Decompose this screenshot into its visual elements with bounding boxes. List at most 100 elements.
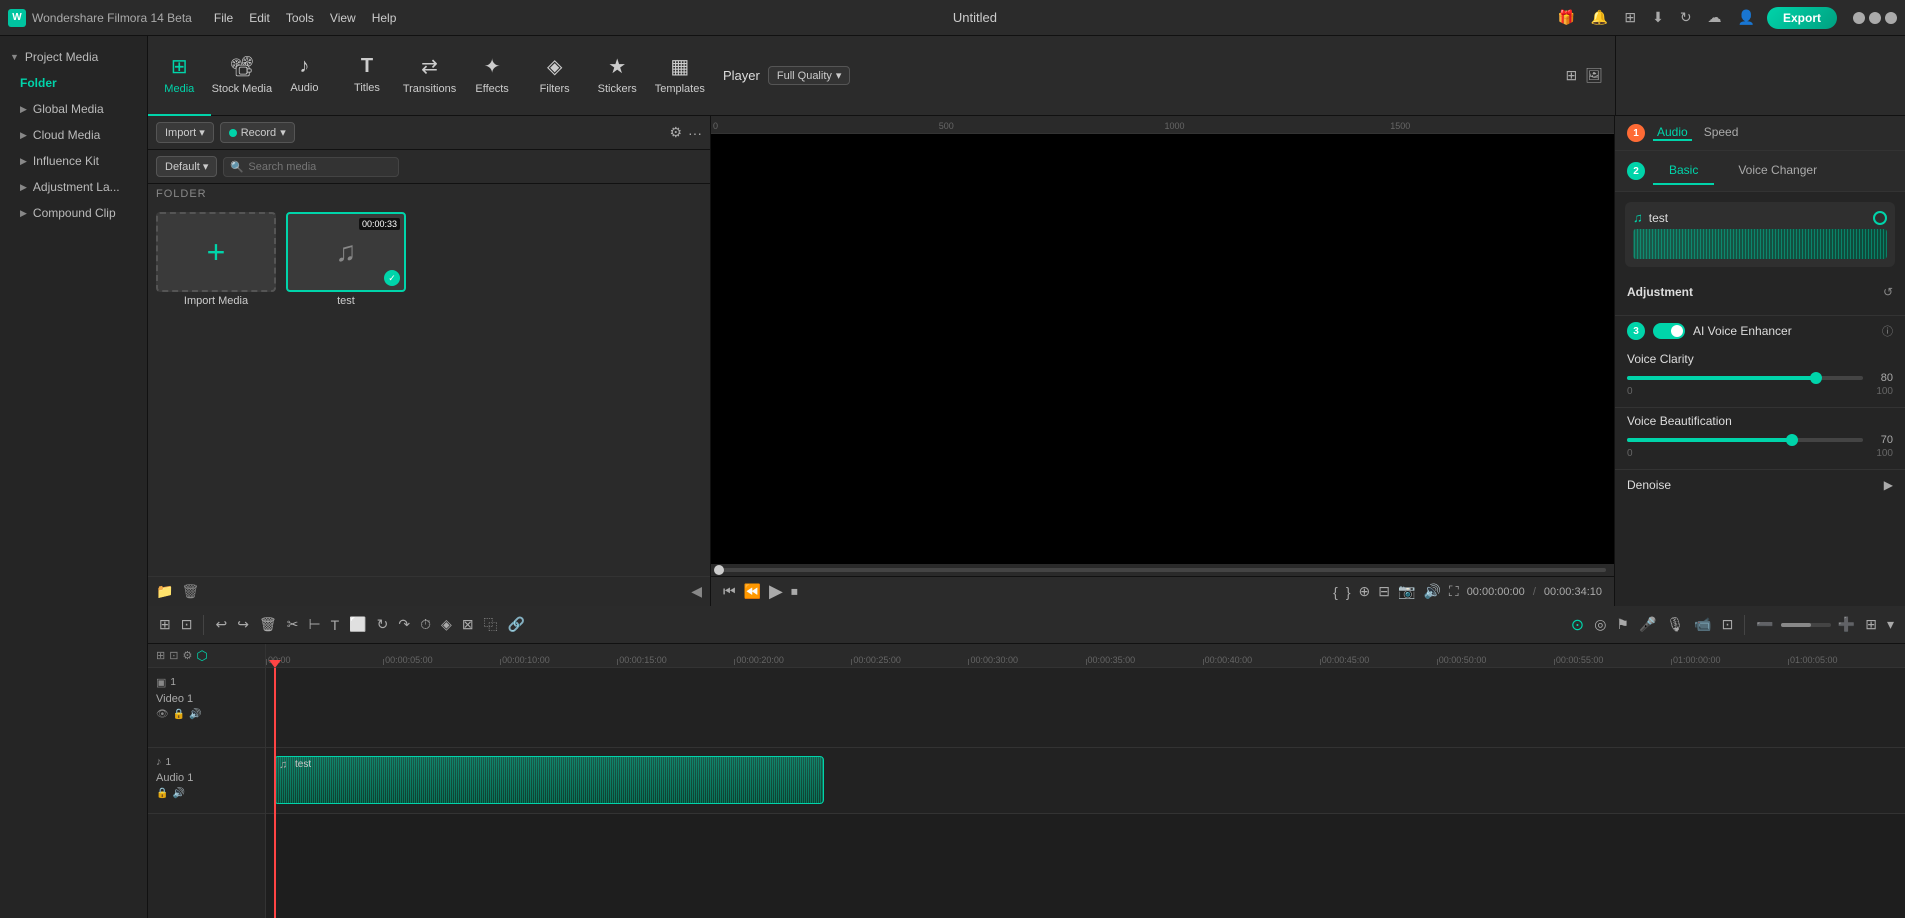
search-input[interactable]	[223, 157, 399, 177]
center-loop-icon[interactable]: ⊙	[1568, 613, 1587, 637]
grid-view-icon[interactable]: ⊞	[1565, 67, 1577, 84]
add-new-track-icon[interactable]: ⬡	[196, 648, 207, 664]
toolbar-transitions[interactable]: ⇄ Transitions	[398, 36, 461, 116]
list-item[interactable]: + Import Media	[156, 212, 276, 307]
group-icon[interactable]: ⊠	[459, 614, 477, 635]
fullscreen-icon[interactable]: ⛶	[1449, 583, 1459, 600]
sidebar-item-project-media[interactable]: ▼ Project Media	[0, 44, 147, 70]
gift-icon[interactable]: 🎁	[1553, 7, 1578, 28]
menu-view[interactable]: View	[330, 11, 356, 25]
grid-icon[interactable]: ⊞	[1620, 7, 1640, 28]
track-lock-icon[interactable]: 🔒	[173, 709, 185, 720]
toolbar-audio[interactable]: ♪ Audio	[273, 36, 336, 116]
copy-icon[interactable]: ⿻	[481, 613, 501, 637]
skip-back-icon[interactable]: ⏮	[723, 583, 736, 600]
cloud-icon[interactable]: ☁	[1704, 7, 1726, 28]
text-icon[interactable]: T	[328, 615, 343, 635]
toolbar-filters[interactable]: ◈ Filters	[523, 36, 586, 116]
play-icon[interactable]: ▶	[769, 581, 783, 602]
delete-clip-icon[interactable]: 🗑	[256, 614, 280, 635]
screenshot-icon[interactable]: 📷	[1398, 583, 1415, 600]
add-folder-icon[interactable]: 📁	[156, 583, 173, 600]
grid-list-icon[interactable]: ⊞	[1862, 614, 1880, 635]
toolbar-titles[interactable]: T Titles	[336, 36, 399, 116]
marker-icon[interactable]: ⚑	[1613, 614, 1632, 635]
toolbar-media[interactable]: ⊞ Media	[148, 36, 211, 116]
more-icon[interactable]: ···	[688, 125, 702, 141]
denoise-expand-icon[interactable]: ▶	[1884, 478, 1893, 492]
import-button[interactable]: Import ▾	[156, 122, 214, 143]
maximize-button[interactable]	[1869, 12, 1881, 24]
collapse-icon[interactable]: ◀	[691, 583, 702, 600]
ai-enhancer-toggle[interactable]	[1653, 323, 1685, 339]
mark-in-icon[interactable]: {	[1333, 584, 1338, 600]
subtab-voice-changer[interactable]: Voice Changer	[1722, 157, 1833, 185]
record-button[interactable]: Record ▾	[220, 122, 295, 143]
sidebar-item-adjustment[interactable]: ▶ Adjustment La...	[0, 174, 147, 200]
download-icon[interactable]: ⬇	[1648, 7, 1668, 28]
audio-track-lock-icon[interactable]: 🔒	[156, 788, 168, 799]
voice-beautification-thumb[interactable]	[1786, 434, 1798, 446]
add-track-video-icon[interactable]: ⊞	[156, 649, 165, 662]
list-item[interactable]: ♫ 00:00:33 ✓ test	[286, 212, 406, 307]
forward-icon[interactable]: ↷	[395, 614, 413, 635]
audio-clip[interactable]: ♫ test	[274, 756, 824, 804]
toolbar-effects[interactable]: ✦ Effects	[461, 36, 524, 116]
layout-icon[interactable]: ⊞	[156, 614, 174, 635]
menu-edit[interactable]: Edit	[249, 11, 270, 25]
filter-icon[interactable]: ⚙	[669, 124, 682, 141]
snapshot-icon[interactable]: 🖼	[1585, 67, 1603, 84]
sidebar-item-folder[interactable]: Folder	[0, 70, 147, 96]
toolbar-templates[interactable]: ▦ Templates	[649, 36, 712, 116]
crop-icon[interactable]: ⬜	[346, 614, 369, 635]
avatar-icon[interactable]: 👤	[1734, 7, 1759, 28]
import-media-thumb[interactable]: +	[156, 212, 276, 292]
menu-tools[interactable]: Tools	[286, 11, 314, 25]
delete-icon[interactable]: 🗑	[181, 583, 199, 600]
audio-knob[interactable]	[1873, 211, 1887, 225]
menu-help[interactable]: Help	[372, 11, 397, 25]
audio-track-mute-icon[interactable]: 🔊	[172, 788, 184, 799]
reset-icon[interactable]: ↺	[1883, 285, 1893, 299]
cut-icon[interactable]: ✂	[284, 614, 302, 635]
add-track-audio-icon[interactable]: ⊡	[169, 649, 178, 662]
undo-icon[interactable]: ↩	[212, 614, 230, 635]
voice-clarity-thumb[interactable]	[1810, 372, 1822, 384]
ai-info-icon[interactable]: ⓘ	[1882, 323, 1893, 339]
subtab-basic[interactable]: Basic	[1653, 157, 1714, 185]
screen-rec-icon[interactable]: 📹	[1691, 614, 1714, 635]
tab-speed[interactable]: Speed	[1700, 125, 1743, 141]
zoom-in-icon[interactable]: ➕	[1835, 614, 1858, 635]
export-button[interactable]: Export	[1767, 7, 1837, 29]
sync-icon[interactable]: ↻	[1676, 7, 1696, 28]
player-quality-selector[interactable]: Full Quality ▾	[768, 66, 851, 85]
mark-out-icon[interactable]: }	[1346, 584, 1351, 600]
audio-file-thumb[interactable]: ♫ 00:00:33 ✓	[286, 212, 406, 292]
sidebar-item-influence[interactable]: ▶ Influence Kit	[0, 148, 147, 174]
sidebar-item-compound[interactable]: ▶ Compound Clip	[0, 200, 147, 226]
track-audio-icon[interactable]: 🔊	[189, 709, 201, 720]
zoom-out-icon[interactable]: ➖	[1753, 614, 1776, 635]
audio-ctrl-icon[interactable]: 🔊	[1423, 583, 1440, 600]
audio-sep-icon[interactable]: ◈	[438, 614, 455, 635]
zoom-slider[interactable]	[1781, 623, 1831, 627]
track-visibility-icon[interactable]: 👁	[156, 709, 169, 720]
redo-icon[interactable]: ↪	[234, 614, 252, 635]
default-sort-button[interactable]: Default ▾	[156, 156, 217, 177]
insert-icon[interactable]: ⊕	[1359, 583, 1371, 600]
speed-icon[interactable]: ⏱	[417, 614, 434, 635]
toolbar-stickers[interactable]: ★ Stickers	[586, 36, 649, 116]
frame-back-icon[interactable]: ⏪	[744, 583, 761, 600]
voice-clarity-track[interactable]	[1627, 376, 1863, 380]
mic-icon[interactable]: 🎤	[1636, 614, 1659, 635]
rotate-icon[interactable]: ↻	[374, 614, 392, 635]
link-icon[interactable]: 🔗	[505, 614, 528, 635]
toolbar-stock[interactable]: 📽 Stock Media	[211, 36, 274, 116]
sidebar-item-global[interactable]: ▶ Global Media	[0, 96, 147, 122]
minimize-button[interactable]	[1853, 12, 1865, 24]
tab-audio[interactable]: Audio	[1653, 125, 1692, 141]
voice-beautification-track[interactable]	[1627, 438, 1863, 442]
more-options-icon[interactable]: ▾	[1884, 614, 1897, 635]
magnet-icon[interactable]: ⊡	[178, 614, 196, 635]
sidebar-item-cloud[interactable]: ▶ Cloud Media	[0, 122, 147, 148]
